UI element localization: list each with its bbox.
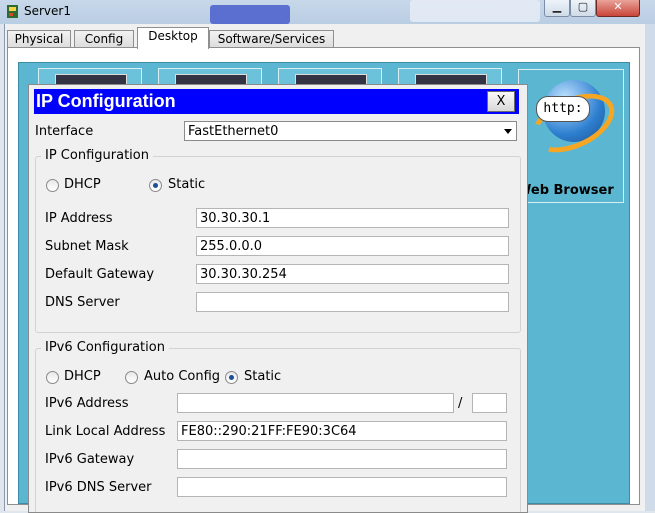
background-window-decoration <box>210 5 290 24</box>
chevron-down-icon <box>504 129 512 134</box>
ip-address-label: IP Address <box>45 211 113 226</box>
dns-server-label: DNS Server <box>45 295 120 310</box>
ipv6-static-radio[interactable] <box>225 371 238 384</box>
window-title: Server1 <box>24 4 71 18</box>
minimize-button[interactable]: ▁ <box>544 0 570 17</box>
dialog-close-button[interactable]: X <box>487 91 515 112</box>
window-edge <box>645 24 655 511</box>
interface-value: FastEthernet0 <box>188 124 279 139</box>
ipv6-address-field[interactable] <box>177 393 454 413</box>
ipv4-static-label: Static <box>168 177 206 192</box>
ipv6-prefix-field[interactable] <box>472 393 507 413</box>
ipv4-group-title: IP Configuration <box>41 148 153 163</box>
default-gateway-label: Default Gateway <box>45 267 155 282</box>
dialog-title-bar: IP Configuration X <box>34 89 519 114</box>
window-title-bar: Server1 ▁ ▢ ✕ <box>0 0 655 24</box>
interface-label: Interface <box>35 124 94 139</box>
ipv4-dhcp-label: DHCP <box>64 177 101 192</box>
minimize-icon: ▁ <box>552 0 562 13</box>
ipv6-dns-server-label: IPv6 DNS Server <box>45 480 152 495</box>
link-local-address-field[interactable]: FE80::290:21FF:FE90:3C64 <box>177 421 507 441</box>
packet-tracer-app-icon <box>7 5 18 18</box>
ip-address-field[interactable]: 30.30.30.1 <box>196 208 509 228</box>
maximize-icon: ▢ <box>577 0 589 13</box>
web-browser-app[interactable]: http: Web Browser <box>517 69 624 203</box>
ipv6-prefix-slash: / <box>458 396 463 411</box>
web-browser-label: Web Browser <box>517 183 614 198</box>
dns-server-field[interactable] <box>196 292 509 312</box>
background-window-decoration <box>410 0 540 22</box>
tab-desktop-label: Desktop <box>148 29 198 43</box>
ipv6-gateway-label: IPv6 Gateway <box>45 452 135 467</box>
http-bubble: http: <box>536 96 590 122</box>
subnet-mask-label: Subnet Mask <box>45 239 129 254</box>
ipv6-auto-config-radio[interactable] <box>125 371 138 384</box>
tab-config[interactable]: Config <box>74 30 134 48</box>
subnet-mask-field[interactable]: 255.0.0.0 <box>196 236 509 256</box>
dialog-title: IP Configuration <box>36 91 176 111</box>
interface-select[interactable]: FastEthernet0 <box>184 121 517 141</box>
close-icon: ✕ <box>613 0 623 13</box>
ipv6-group-title: IPv6 Configuration <box>41 340 169 355</box>
ipv6-auto-config-label: Auto Config <box>144 369 221 384</box>
window-close-button[interactable]: ✕ <box>596 0 640 17</box>
ipv6-static-label: Static <box>244 369 282 384</box>
tab-config-label: Config <box>84 32 124 46</box>
ipv6-dhcp-label: DHCP <box>64 369 101 384</box>
ipv4-static-radio[interactable] <box>149 179 162 192</box>
ipv6-dns-server-field[interactable] <box>177 477 507 497</box>
ipv6-dhcp-radio[interactable] <box>46 371 59 384</box>
maximize-button[interactable]: ▢ <box>570 0 596 17</box>
ipv4-dhcp-radio[interactable] <box>46 179 59 192</box>
ipv6-address-label: IPv6 Address <box>45 396 129 411</box>
ip-configuration-dialog: IP Configuration X Interface FastEtherne… <box>28 84 528 513</box>
tab-desktop[interactable]: Desktop <box>137 27 209 49</box>
ipv6-gateway-field[interactable] <box>177 449 507 469</box>
link-local-address-label: Link Local Address <box>45 424 166 439</box>
tab-software-services[interactable]: Software/Services <box>209 30 334 48</box>
tab-physical[interactable]: Physical <box>7 30 71 48</box>
default-gateway-field[interactable]: 30.30.30.254 <box>196 264 509 284</box>
tab-software-services-label: Software/Services <box>217 32 326 46</box>
tab-physical-label: Physical <box>14 32 64 46</box>
